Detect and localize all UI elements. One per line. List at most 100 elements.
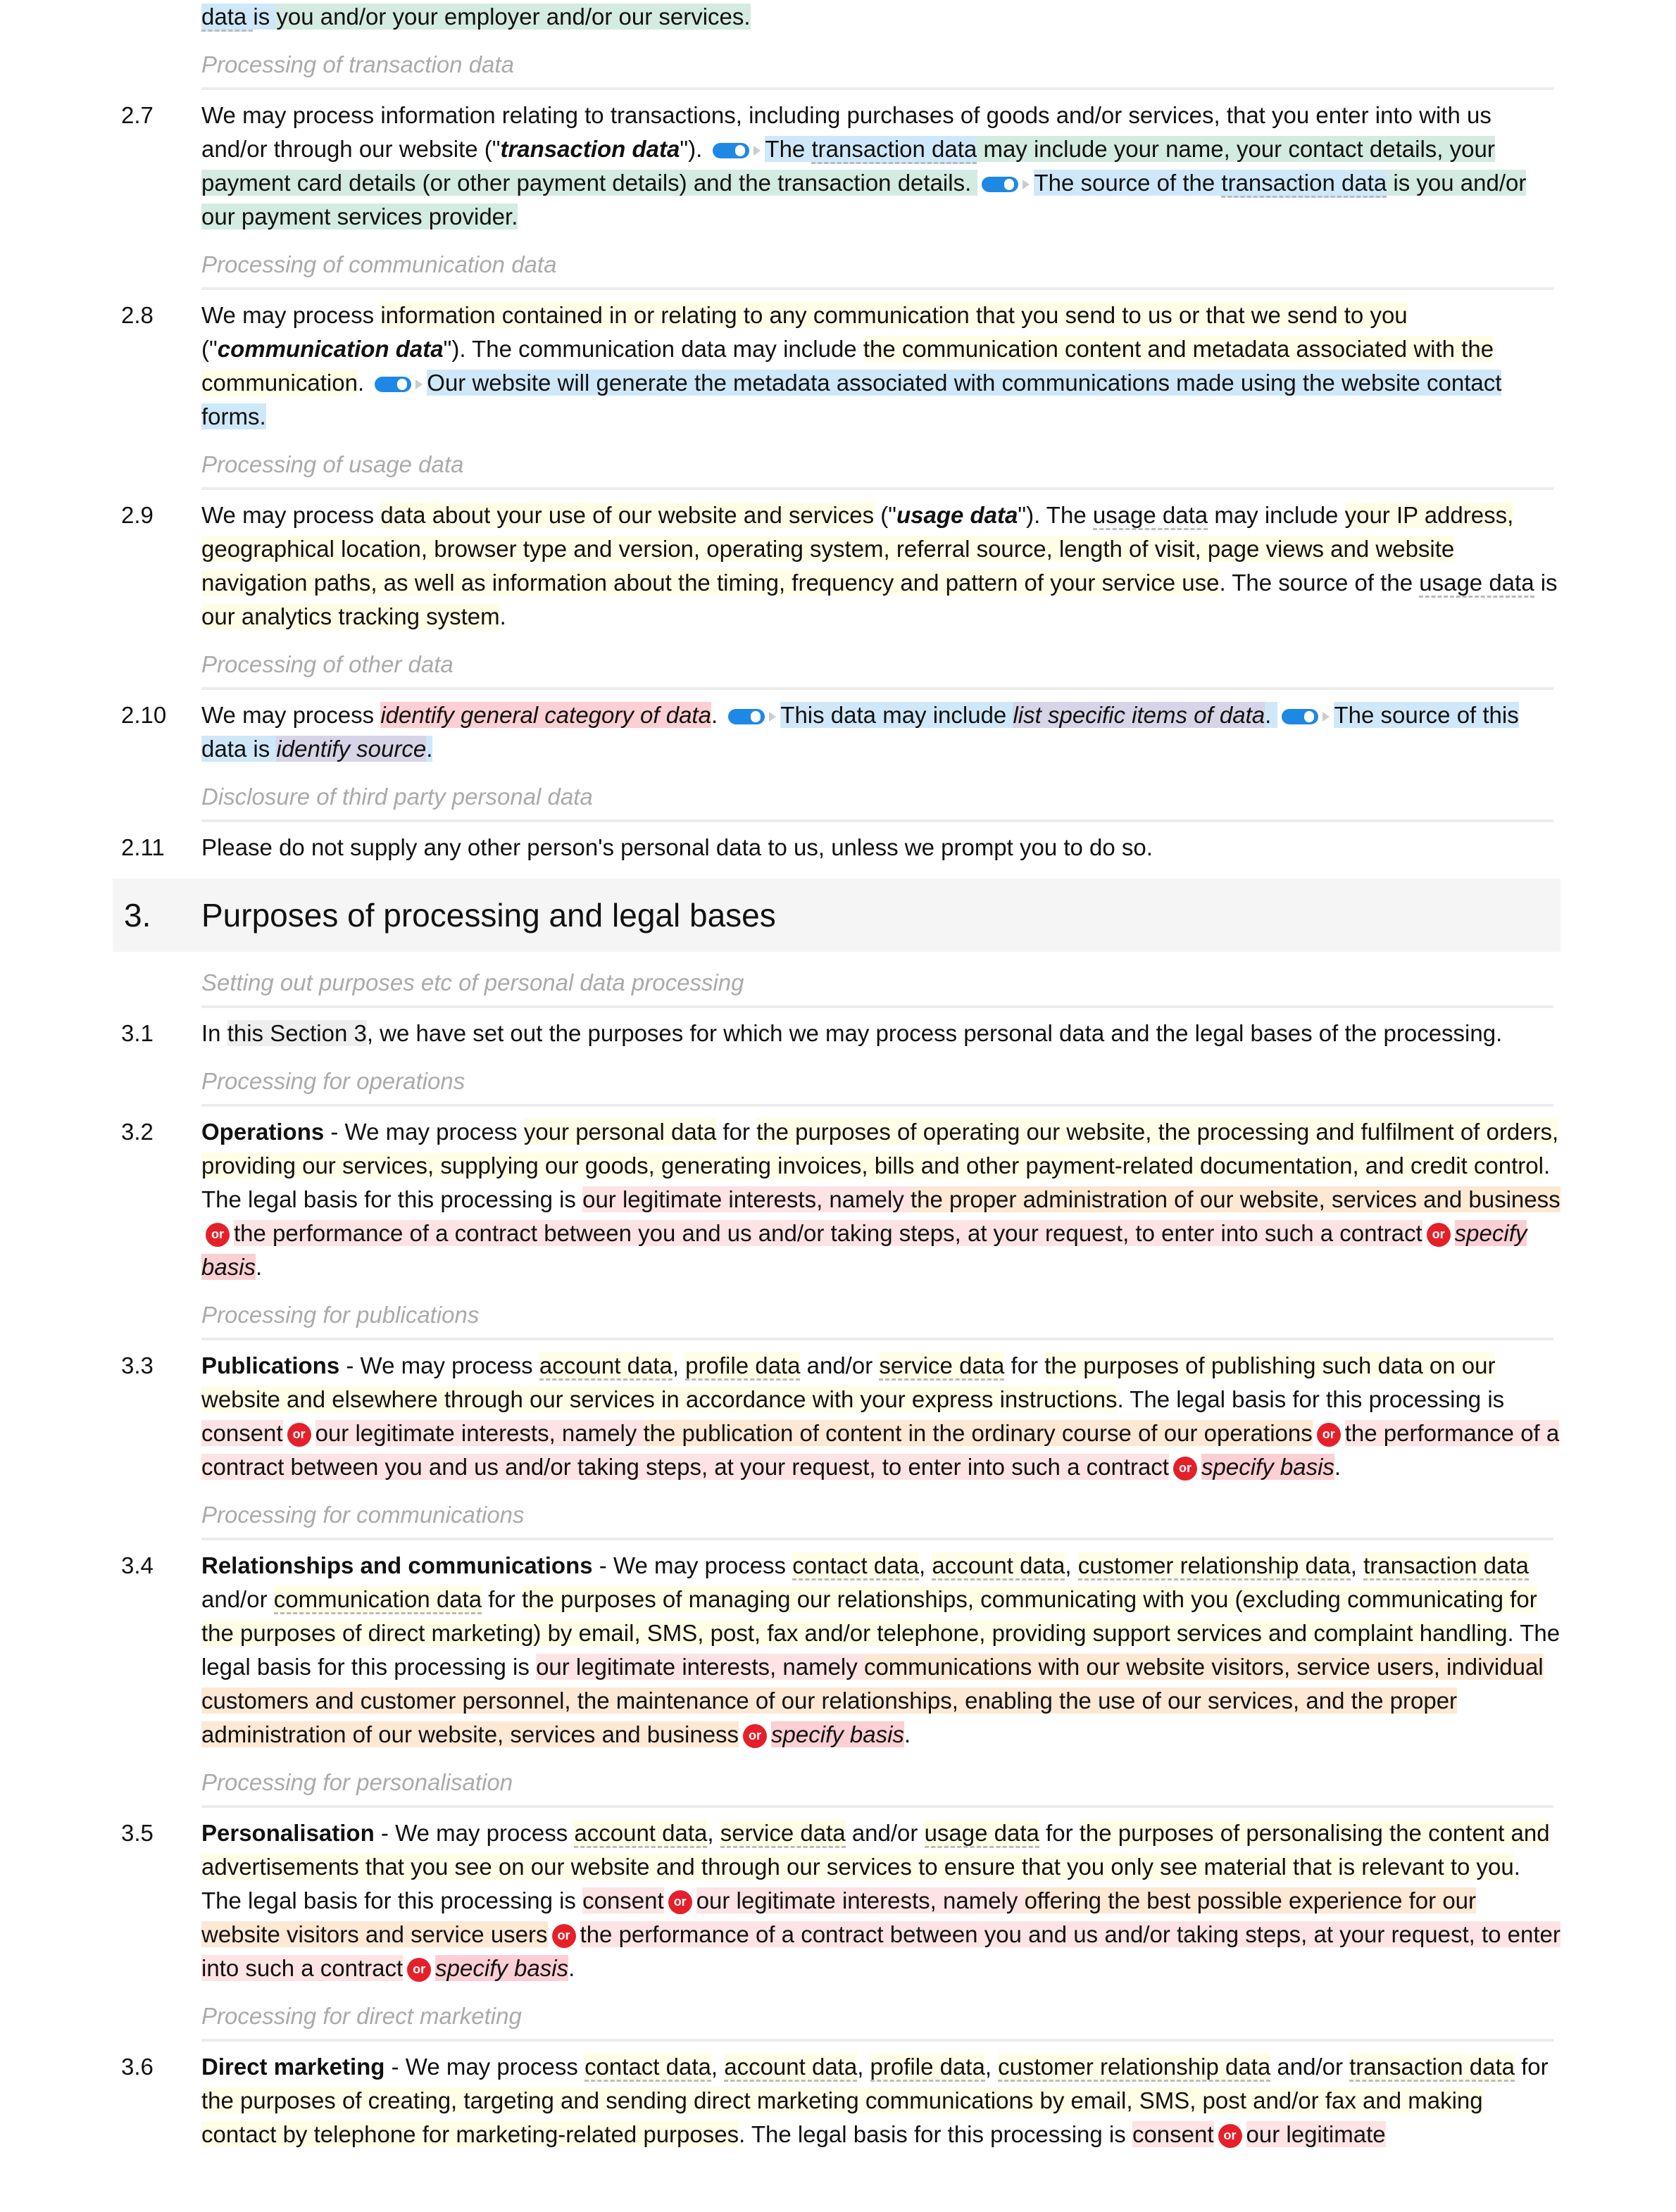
text-segment: specify basis xyxy=(435,1955,569,1981)
defined-term: communication data xyxy=(273,1586,482,1614)
clause-number: 3.4 xyxy=(121,1552,154,1578)
clause-text: We may process information relating to t… xyxy=(201,99,1561,234)
clause-text: Operations - We may process your persona… xyxy=(201,1115,1561,1284)
or-badge[interactable]: or xyxy=(407,1958,432,1982)
or-badge[interactable]: or xyxy=(1172,1457,1197,1481)
text-segment: and/or xyxy=(1270,2054,1350,2080)
clause-text: Publications - We may process account da… xyxy=(201,1349,1561,1484)
text-segment: . xyxy=(499,603,506,629)
clause-subheading: Processing of usage data xyxy=(201,448,1553,490)
text-segment: (" xyxy=(477,136,501,162)
clause-subheading: Processing for personalisation xyxy=(201,1766,1553,1808)
or-badge[interactable]: or xyxy=(1316,1423,1341,1447)
clause: 2.7 We may process information relating t… xyxy=(113,99,1561,234)
text-segment: , xyxy=(1350,1552,1364,1578)
toggle-icon[interactable] xyxy=(713,143,761,159)
text-segment: may include xyxy=(1208,502,1345,528)
or-badge[interactable]: or xyxy=(668,1890,692,1915)
text-segment: our legitimate interests, namely xyxy=(582,1186,911,1212)
text-segment: , xyxy=(707,1820,720,1846)
clause: 3.5 Personalisation - We may process acco… xyxy=(113,1816,1561,1985)
text-segment: - We may process xyxy=(592,1552,793,1578)
text-segment: , we have set out the purposes for which… xyxy=(366,1020,1503,1046)
text-segment: , xyxy=(711,2054,725,2080)
text-segment: . xyxy=(568,1955,575,1981)
text-segment: , xyxy=(672,1352,686,1378)
text-segment: (" xyxy=(201,336,218,362)
document: data is you and/or your employer and/or … xyxy=(113,0,1561,2151)
text-segment: consent xyxy=(201,1420,283,1446)
text-segment: and/or xyxy=(800,1352,880,1378)
or-badge[interactable]: or xyxy=(551,1924,576,1949)
clause-number: 2.10 xyxy=(121,702,167,728)
text-segment: - We may process xyxy=(324,1119,524,1145)
text-segment: for xyxy=(716,1119,757,1145)
defined-term: service data xyxy=(720,1820,846,1848)
clause-subheading: Setting out purposes etc of personal dat… xyxy=(201,966,1553,1008)
text-segment: Relationships and communications xyxy=(201,1552,593,1578)
clause-number: 3.6 xyxy=(121,2054,154,2080)
toggle-icon[interactable] xyxy=(375,377,423,393)
text-segment: identify source xyxy=(276,736,427,762)
toggle-icon[interactable] xyxy=(982,177,1030,193)
continued-paragraph: data is you and/or your employer and/or … xyxy=(201,0,1561,34)
text-segment: the proper administration of our website… xyxy=(910,1186,1561,1212)
clause-subheading: Processing of other data xyxy=(201,648,1553,690)
text-segment: Personalisation xyxy=(201,1820,375,1846)
or-badge[interactable]: or xyxy=(206,1223,230,1248)
text-segment: our legitimate interests, namely xyxy=(536,1654,864,1680)
clause: 3.6 Direct marketing - We may process con… xyxy=(113,2050,1561,2151)
defined-term: service data xyxy=(879,1352,1005,1381)
clause: 3.1 In this Section 3, we have set out th… xyxy=(113,1017,1561,1050)
text-segment: . The legal basis for this processing is xyxy=(1117,1386,1505,1412)
text-segment: consent xyxy=(1132,2121,1214,2147)
clause: 3.3 Publications - We may process account… xyxy=(113,1349,1561,1484)
text-segment: and/or xyxy=(201,1586,274,1612)
clause-number: 2.8 xyxy=(121,302,154,328)
clause-number: 3.1 xyxy=(121,1020,154,1046)
section-title: Purposes of processing and legal bases xyxy=(201,897,776,934)
text-segment: - We may process xyxy=(374,1820,575,1846)
defined-term: account data xyxy=(724,2054,858,2082)
clause-text: Personalisation - We may process account… xyxy=(201,1816,1561,1985)
or-badge[interactable]: or xyxy=(1426,1223,1451,1248)
clause: 2.8 We may process information contained … xyxy=(113,299,1561,434)
text-segment: Direct marketing xyxy=(201,2054,385,2080)
text-segment: We may process xyxy=(201,302,381,328)
or-badge[interactable]: or xyxy=(287,1423,311,1447)
text-segment: . xyxy=(1334,1454,1342,1480)
text-segment: is xyxy=(253,4,277,30)
clause-text: In this Section 3, we have set out the p… xyxy=(201,1017,1561,1050)
defined-term: transaction data xyxy=(1221,170,1387,198)
defined-term: contact data xyxy=(792,1552,920,1581)
text-segment: specify basis xyxy=(771,1721,904,1747)
clause-number: 3.2 xyxy=(121,1119,154,1145)
clause: 3.4 Relationships and communications - We… xyxy=(113,1549,1561,1752)
text-segment: . The legal basis for this processing is xyxy=(739,2121,1132,2147)
or-badge[interactable]: or xyxy=(1218,2124,1242,2149)
text-segment: . xyxy=(256,1254,263,1280)
defined-term: transaction data xyxy=(1363,1552,1529,1581)
defined-term: usage data xyxy=(924,1820,1039,1848)
text-segment: Operations xyxy=(201,1119,325,1145)
text-segment: you and/or your employer and/or our serv… xyxy=(276,4,751,30)
defined-term: contact data xyxy=(584,2054,711,2082)
clause-subheading: Processing of transaction data xyxy=(201,48,1553,90)
clause-number: 3.5 xyxy=(121,1820,154,1846)
text-segment: our analytics tracking system xyxy=(201,603,500,629)
clause-text: We may process identify general category… xyxy=(201,698,1561,766)
text-segment: our legitimate interests, namely xyxy=(315,1420,644,1446)
text-segment: In xyxy=(201,1020,227,1046)
toggle-icon[interactable] xyxy=(1282,709,1330,725)
text-segment: "). xyxy=(680,136,709,162)
clause-number: 3.3 xyxy=(121,1352,154,1378)
text-segment: We may process xyxy=(201,702,381,728)
text-segment: data about your use of our website and s… xyxy=(380,502,875,528)
text-segment: is xyxy=(1534,570,1558,596)
clause-number: 2.7 xyxy=(121,102,154,128)
toggle-icon[interactable] xyxy=(728,709,777,725)
text-segment: We may process xyxy=(201,502,381,528)
clause-subheading: Processing for direct marketing xyxy=(201,1999,1553,2042)
text-segment: (" xyxy=(874,502,896,528)
or-badge[interactable]: or xyxy=(743,1724,768,1749)
